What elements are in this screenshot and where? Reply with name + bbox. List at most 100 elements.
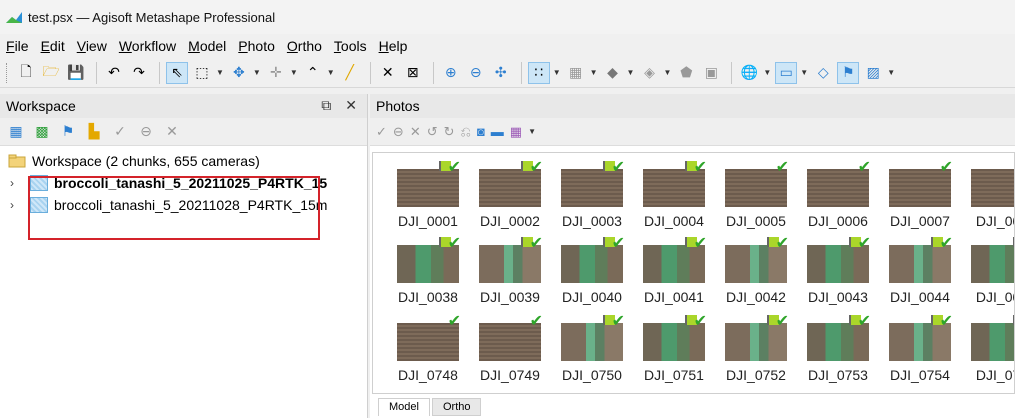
masks-icon[interactable]: ◙: [477, 124, 485, 139]
photo-item[interactable]: ✔ DJI_0043: [797, 235, 879, 305]
menu-photo[interactable]: Photo: [238, 38, 275, 54]
menu-ortho[interactable]: Ortho: [287, 38, 322, 54]
toolbar-grip[interactable]: [6, 62, 9, 83]
close-icon[interactable]: ✕: [345, 97, 357, 114]
image-icon[interactable]: ▨: [862, 62, 884, 84]
polyline-icon[interactable]: ⌃: [302, 62, 324, 84]
view-mode-icon[interactable]: ▦: [510, 124, 522, 140]
ruler-icon[interactable]: ╱: [339, 62, 361, 84]
add-markers-icon[interactable]: ⚑: [58, 122, 78, 142]
photo-item[interactable]: ✔ DJI_0005: [715, 159, 797, 229]
cameras-icon[interactable]: ▭: [775, 61, 798, 84]
navigation-cursor-icon[interactable]: ⇖: [166, 61, 188, 84]
new-document-icon[interactable]: 🗋: [15, 62, 37, 84]
photo-item[interactable]: ✔ DJI_0039: [469, 235, 551, 305]
chevron-down-icon[interactable]: ▼: [528, 127, 536, 136]
chevron-down-icon[interactable]: ▼: [627, 68, 635, 77]
remove-cameras-icon[interactable]: ✕: [410, 124, 421, 140]
menu-help[interactable]: Help: [379, 38, 408, 54]
chevron-down-icon[interactable]: ▼: [553, 68, 561, 77]
chevron-down-icon[interactable]: ▼: [590, 68, 598, 77]
disable-icon[interactable]: ⊖: [136, 122, 156, 142]
shapes-icon[interactable]: ⬟: [675, 62, 697, 84]
photo-item[interactable]: ✔ DJI_0040: [551, 235, 633, 305]
undo-icon[interactable]: ↶: [103, 62, 125, 84]
save-icon[interactable]: 💾: [65, 62, 87, 84]
photo-item[interactable]: DJI_000: [961, 169, 1014, 229]
disable-cameras-icon[interactable]: ⊖: [393, 124, 404, 140]
zoom-in-icon[interactable]: ⊕: [440, 62, 462, 84]
enable-icon[interactable]: ✓: [110, 122, 130, 142]
photo-item[interactable]: ✔ DJI_0041: [633, 235, 715, 305]
menu-view[interactable]: View: [77, 38, 107, 54]
tree-root[interactable]: Workspace (2 chunks, 655 cameras): [0, 150, 367, 172]
photo-item[interactable]: ✔ DJI_0002: [469, 159, 551, 229]
chevron-right-icon[interactable]: ›: [10, 176, 24, 190]
photo-thumbnail: [971, 315, 1014, 361]
redo-icon[interactable]: ↷: [128, 62, 150, 84]
point-cloud-icon[interactable]: ∷: [527, 61, 550, 84]
chevron-right-icon[interactable]: ›: [10, 198, 24, 212]
photo-item[interactable]: ✔ DJI_0004: [633, 159, 715, 229]
float-pane-icon[interactable]: ⧉: [321, 97, 331, 114]
photo-item[interactable]: DJI_075: [961, 315, 1014, 383]
chevron-down-icon[interactable]: ▼: [290, 68, 298, 77]
chevron-down-icon[interactable]: ▼: [763, 68, 771, 77]
photo-item[interactable]: ✔ DJI_0753: [797, 313, 879, 383]
crop-selection-icon[interactable]: ⊠: [402, 62, 424, 84]
photo-item[interactable]: ✔ DJI_0007: [879, 159, 961, 229]
photo-item[interactable]: ✔ DJI_0748: [387, 313, 469, 383]
chevron-down-icon[interactable]: ▼: [800, 68, 808, 77]
menu-tools[interactable]: Tools: [334, 38, 367, 54]
menu-model[interactable]: Model: [188, 38, 226, 54]
open-folder-icon[interactable]: 🗁: [40, 62, 62, 84]
chevron-down-icon[interactable]: ▼: [327, 68, 335, 77]
enable-cameras-icon[interactable]: ✓: [376, 124, 387, 140]
add-shapes-icon[interactable]: ▙: [84, 122, 104, 142]
rectangle-selection-icon[interactable]: ⬚: [191, 62, 213, 84]
globe-icon[interactable]: 🌐: [738, 62, 760, 84]
remove-items-icon[interactable]: ✕: [162, 122, 182, 142]
reset-view-icon[interactable]: ✣: [490, 62, 512, 84]
chevron-down-icon[interactable]: ▼: [253, 68, 261, 77]
tab-ortho[interactable]: Ortho: [431, 398, 482, 416]
photo-item[interactable]: ✔ DJI_0750: [551, 313, 633, 383]
rotate-right-icon[interactable]: ↻: [444, 124, 455, 140]
photo-item[interactable]: ✔ DJI_0751: [633, 313, 715, 383]
tiled-model-icon[interactable]: ◈: [638, 62, 660, 84]
menu-workflow[interactable]: Workflow: [119, 38, 176, 54]
photo-item[interactable]: ✔ DJI_0038: [387, 235, 469, 305]
rotate-left-icon[interactable]: ↺: [427, 124, 438, 140]
reset-filter-icon[interactable]: ⎌: [461, 124, 471, 140]
photo-item[interactable]: DJI_004: [961, 237, 1014, 305]
add-chunk-icon[interactable]: ▦: [6, 122, 26, 142]
photo-item[interactable]: ✔ DJI_0752: [715, 313, 797, 383]
photo-item[interactable]: ✔ DJI_0754: [879, 313, 961, 383]
chevron-down-icon[interactable]: ▼: [216, 68, 224, 77]
photo-label: DJI_004: [975, 289, 1014, 305]
tab-model[interactable]: Model: [378, 398, 430, 416]
photo-item[interactable]: ✔ DJI_0042: [715, 235, 797, 305]
check-icon: ✔: [529, 313, 543, 330]
delete-selection-icon[interactable]: ✕: [377, 62, 399, 84]
chevron-down-icon[interactable]: ▼: [663, 68, 671, 77]
move-region-icon[interactable]: ✛: [265, 62, 287, 84]
photo-item[interactable]: ✔ DJI_0001: [387, 159, 469, 229]
move-object-icon[interactable]: ✥: [228, 62, 250, 84]
add-photos-icon[interactable]: ▩: [32, 122, 52, 142]
photo-item[interactable]: ✔ DJI_0006: [797, 159, 879, 229]
chevron-down-icon[interactable]: ▼: [887, 68, 895, 77]
menu-edit[interactable]: Edit: [41, 38, 65, 54]
photo-item[interactable]: ✔ DJI_0749: [469, 313, 551, 383]
photo-item[interactable]: ✔ DJI_0044: [879, 235, 961, 305]
model-shaded-icon[interactable]: ◆: [602, 62, 624, 84]
details-icon[interactable]: ▬: [491, 124, 504, 139]
photo-item[interactable]: ✔ DJI_0003: [551, 159, 633, 229]
flag-icon[interactable]: ⚑: [837, 61, 860, 84]
dense-cloud-icon[interactable]: ▦: [565, 62, 587, 84]
menu-file[interactable]: File: [6, 38, 29, 54]
show-markers-icon[interactable]: ◇: [812, 62, 834, 84]
photos-toolbar: ✓ ⊖ ✕ ↺ ↻ ⎌ ◙ ▬ ▦ ▼: [370, 118, 1015, 146]
zoom-out-icon[interactable]: ⊖: [465, 62, 487, 84]
dem-icon[interactable]: ▣: [700, 62, 722, 84]
